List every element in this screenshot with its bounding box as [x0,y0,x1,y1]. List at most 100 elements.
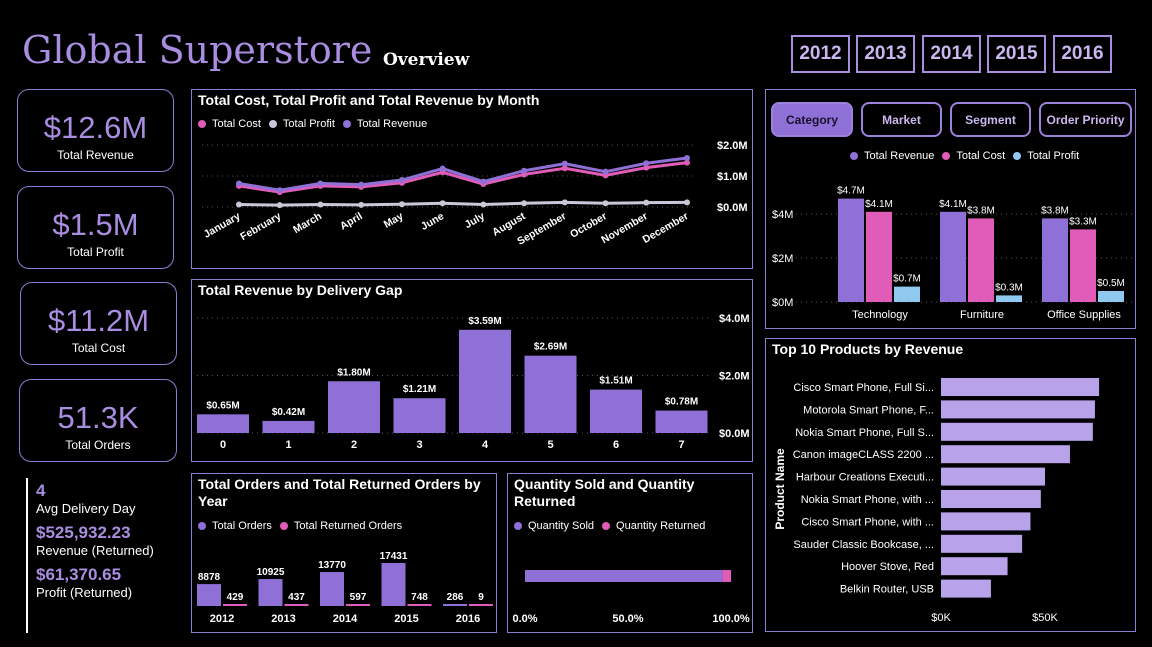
data-label: $0.7M [893,274,921,285]
category-chart-panel: Category Market Segment Order Priority T… [765,89,1136,329]
orders-svg: 8878 429 2012 10925 437 2013 13770 597 2014 17431… [197,551,493,625]
dashboard-title: Global Superstore [22,28,373,72]
data-label: $4.1M [865,199,893,210]
bar [346,604,370,606]
x-tick-label: 2013 [271,613,295,625]
data-point [439,200,446,207]
bar [223,604,247,606]
bar [941,534,1023,553]
data-label: $4.7M [837,186,865,197]
y-tick-label: $0.0M [719,428,750,440]
year-filter-2015[interactable]: 2015 [987,35,1046,73]
data-point [480,178,487,185]
kpi-value: 51.3K [57,400,139,435]
y-tick-label: Cisco Smart Phone, Full Si... [793,382,934,394]
kpi-total-profit: $1.5M Total Profit [17,186,174,269]
x-tick-label: 0.0% [512,613,537,625]
data-point [398,177,405,184]
bar [866,211,892,302]
bar [968,218,994,302]
data-point [643,160,650,167]
y-tick-label: $4M [772,209,793,221]
data-label: $2.69M [534,342,567,353]
x-tick-label: Technology [852,309,908,321]
data-point [276,202,283,209]
kpi-value: $1.5M [52,207,139,242]
data-point [561,199,568,206]
y-tick-label: $2M [772,253,793,265]
year-filter-2013[interactable]: 2013 [856,35,915,73]
bar [469,604,493,606]
y-tick-label: Nokia Smart Phone, with ... [801,494,934,506]
kpi-label: Total Cost [71,341,126,355]
x-tick-label: 6 [613,439,619,451]
bar [590,389,642,433]
data-label: 17431 [380,551,408,562]
orders-by-year-panel: Total Orders and Total Returned Orders b… [191,473,497,633]
series-line [238,161,688,194]
x-tick-label: 3 [416,439,422,451]
x-tick-label: March [291,210,324,236]
quantity-svg: 0.0% 50.0% 100.0% [512,570,750,625]
bar [941,512,1031,531]
bar [258,579,283,606]
bar [284,604,309,606]
x-tick-label: 7 [678,439,684,451]
line-chart-svg: $2.0M $1.0M $0.0M JanuaryFebruary March April… [202,140,748,248]
data-label: 437 [288,592,305,603]
data-point [398,201,405,208]
x-tick-label: 50.0% [612,613,643,625]
y-tick-label: Harbour Creations Executi... [796,472,934,484]
x-tick-label: 2014 [333,613,358,625]
bar [1070,229,1096,302]
x-tick-label: 2015 [394,613,418,625]
y-tick-label: Hoover Stove, Red [841,561,934,573]
data-label: $0.5M [1097,278,1125,289]
bar [941,490,1041,508]
x-tick-label: 2012 [210,613,234,625]
page-subtitle: Overview [383,50,470,70]
bar [941,422,1093,441]
x-tick-label: 4 [482,439,489,451]
data-label: $1.80M [337,367,370,378]
kpi-total-orders: 51.3K Total Orders [19,379,177,462]
data-point [684,155,690,162]
delivery-gap-chart-panel: Total Revenue by Delivery Gap $4.0M $2.0M… [191,279,753,462]
data-label: $3.8M [1041,205,1069,216]
bar [941,400,1095,419]
data-point [643,199,650,206]
bar [443,604,467,606]
data-label: 597 [350,592,367,603]
data-label: 286 [447,592,464,603]
bar-segment [722,570,731,582]
x-tick-label: 2 [351,439,357,451]
revenue-returned-value: $525,932.23 [36,523,131,542]
top-products-panel: Top 10 Products by Revenue Cisco Smart P… [765,338,1136,632]
bar [320,572,344,606]
data-label: $0.78M [665,397,698,408]
data-point [561,160,568,167]
data-label: $3.3M [1069,216,1097,227]
y-tick-label: $1.0M [717,171,748,183]
bar [328,381,380,433]
year-filter-2014[interactable]: 2014 [922,35,981,73]
data-point [317,180,324,187]
data-label: $1.21M [403,384,436,395]
year-filter-2012[interactable]: 2012 [791,35,850,73]
y-tick-label: $4.0M [719,313,750,325]
x-tick-label: Office Supplies [1047,309,1121,321]
x-tick-label: 1 [285,439,291,451]
data-label: $0.65M [206,400,239,411]
x-tick-label: $0K [931,612,951,624]
data-label: 429 [227,592,244,603]
data-label: 8878 [198,572,221,583]
year-filter-2016[interactable]: 2016 [1053,35,1112,73]
x-tick-label: July [463,210,487,231]
bar [941,445,1070,464]
x-tick-label: December [641,210,691,246]
data-label: 748 [411,592,428,603]
top-products-svg: Cisco Smart Phone, Full Si... Motorola Sm… [773,378,1100,624]
x-tick-label: January [202,210,243,241]
bar [1042,218,1068,302]
data-label: 9 [478,592,484,603]
